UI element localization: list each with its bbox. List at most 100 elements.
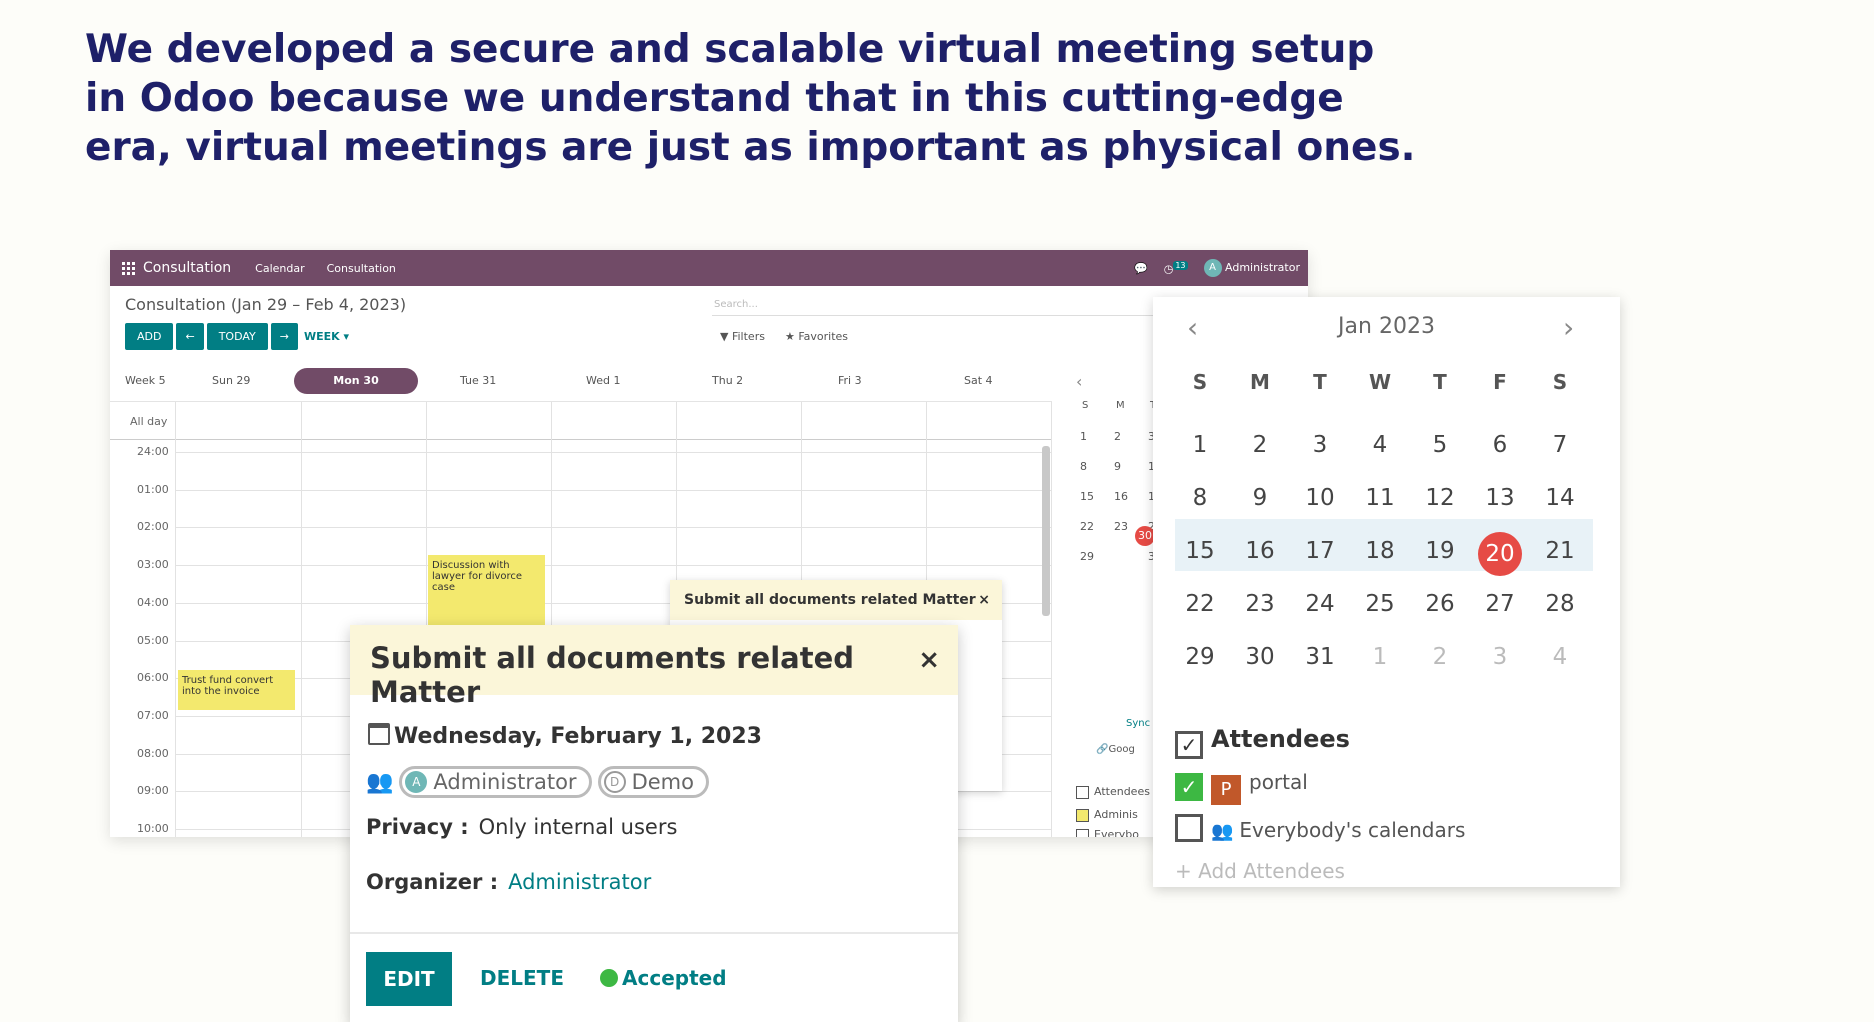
day-wed[interactable]: Wed 1 (586, 374, 620, 387)
calendar-day[interactable]: 22 (1175, 591, 1225, 617)
chat-icon[interactable]: 💬 (1134, 262, 1148, 275)
mini-day[interactable]: 30 (1135, 526, 1155, 546)
day-fri[interactable]: Fri 3 (838, 374, 862, 387)
event-discussion[interactable]: Discussion with lawyer for divorce case (428, 555, 545, 635)
mini-everybody-filter[interactable]: Everybo (1076, 828, 1139, 837)
mini-prev-icon[interactable]: ‹ (1076, 372, 1082, 391)
calendar-day[interactable]: 2 (1415, 644, 1465, 670)
all-day-row[interactable]: All day (110, 402, 1052, 440)
user-menu[interactable]: A Administrator (1203, 259, 1300, 277)
calendar-day[interactable]: 7 (1535, 432, 1585, 458)
calendar-day[interactable]: 1 (1175, 432, 1225, 458)
mini-admin-filter[interactable]: Adminis (1076, 808, 1138, 822)
calendar-day[interactable]: 3 (1295, 432, 1345, 458)
calendar-day[interactable]: 13 (1475, 485, 1525, 511)
scrollbar[interactable] (1042, 446, 1050, 616)
mini-attendees[interactable]: Attendees (1076, 785, 1150, 799)
event-trust-fund[interactable]: Trust fund convert into the invoice (178, 670, 295, 710)
calendar-day[interactable]: 16 (1235, 538, 1285, 564)
calendar-day[interactable]: 30 (1235, 644, 1285, 670)
sync-link[interactable]: Sync (1126, 718, 1150, 729)
week-dropdown[interactable]: WEEK ▾ (304, 330, 349, 343)
delete-button[interactable]: DELETE (480, 966, 564, 990)
edit-button[interactable]: EDIT (366, 952, 452, 1006)
calendar-day[interactable]: 17 (1295, 538, 1345, 564)
close-icon[interactable]: × (918, 645, 940, 675)
filters-button[interactable]: ▼ Filters (720, 330, 765, 343)
everybody-filter[interactable]: 👥 Everybody's calendars (1175, 814, 1465, 842)
mini-day[interactable]: 8 (1080, 460, 1087, 473)
calendar-day[interactable]: 28 (1535, 591, 1585, 617)
mini-day[interactable]: 16 (1114, 490, 1128, 503)
next-button[interactable]: → (270, 323, 298, 350)
calendar-day[interactable]: 27 (1475, 591, 1525, 617)
apps-grid-icon[interactable] (122, 261, 135, 275)
day-sat[interactable]: Sat 4 (964, 374, 993, 387)
calendar-day[interactable]: 10 (1295, 485, 1345, 511)
calendar-day[interactable]: 25 (1355, 591, 1405, 617)
calendar-day[interactable]: 24 (1295, 591, 1345, 617)
calendar-day[interactable]: 15 (1175, 538, 1225, 564)
today-day[interactable]: 20 (1478, 532, 1522, 576)
calendar-day[interactable]: 19 (1415, 538, 1465, 564)
portal-filter[interactable]: ✓ Pportal (1175, 770, 1308, 805)
weekday-header: T (1313, 370, 1327, 394)
calendar-day[interactable]: 29 (1175, 644, 1225, 670)
calendar-day[interactable]: 6 (1475, 432, 1525, 458)
calendar-day[interactable]: 4 (1355, 432, 1405, 458)
mini-day[interactable]: 22 (1080, 520, 1094, 533)
day-thu[interactable]: Thu 2 (712, 374, 743, 387)
mini-day[interactable]: 23 (1114, 520, 1128, 533)
menu-consultation[interactable]: Consultation (327, 262, 396, 275)
calendar-day[interactable]: 18 (1355, 538, 1405, 564)
privacy-value: Only internal users (478, 815, 678, 839)
organizer-link[interactable]: Administrator (508, 870, 651, 894)
activity-icon[interactable]: ◷ 13 (1164, 260, 1188, 275)
calendar-day[interactable]: 4 (1535, 644, 1585, 670)
calendar-day[interactable]: 12 (1415, 485, 1465, 511)
today-button[interactable]: TODAY (206, 323, 268, 350)
menu-calendar[interactable]: Calendar (255, 262, 304, 275)
mini-day[interactable]: 1 (1080, 430, 1087, 443)
calendar-day[interactable]: 31 (1295, 644, 1345, 670)
attendee-administrator[interactable]: A Administrator (399, 766, 592, 798)
close-icon[interactable]: × (978, 592, 990, 608)
add-attendees-link[interactable]: + Add Attendees (1175, 859, 1345, 883)
hour-label: 06:00 (137, 671, 169, 685)
all-day-label: All day (130, 415, 168, 428)
mini-day[interactable]: 29 (1080, 550, 1094, 563)
calendar-day[interactable]: 14 (1535, 485, 1585, 511)
date-picker: ‹ Jan 2023 › S M T W T F S 1 2 3 4 5 6 7 8 9 10 11 12 13 14 1… (1153, 297, 1620, 887)
attendee-demo[interactable]: D Demo (597, 766, 709, 798)
accepted-status[interactable]: Accepted (600, 966, 727, 990)
google-sync[interactable]: 🔗Goog (1096, 744, 1135, 755)
calendar-day[interactable]: 1 (1355, 644, 1405, 670)
prev-button[interactable]: ← (176, 323, 204, 350)
day-sun[interactable]: Sun 29 (212, 374, 250, 387)
calendar-day[interactable]: 3 (1475, 644, 1525, 670)
calendar-day[interactable]: 23 (1235, 591, 1285, 617)
app-name[interactable]: Consultation (143, 260, 231, 276)
calendar-day[interactable]: 26 (1415, 591, 1465, 617)
calendar-day[interactable]: 9 (1235, 485, 1285, 511)
calendar-day[interactable]: 2 (1235, 432, 1285, 458)
day-tue[interactable]: Tue 31 (460, 374, 496, 387)
calendar-day[interactable]: 11 (1355, 485, 1405, 511)
day-mon-selected[interactable]: Mon 30 (294, 368, 418, 394)
hour-label: 05:00 (137, 633, 169, 647)
add-button[interactable]: ADD (125, 323, 174, 350)
mini-day[interactable]: 9 (1114, 460, 1121, 473)
mini-day[interactable]: 2 (1114, 430, 1121, 443)
mini-day[interactable]: 15 (1080, 490, 1094, 503)
calendar-day[interactable]: 5 (1415, 432, 1465, 458)
privacy-label: Privacy : (366, 815, 469, 839)
status-label: Accepted (622, 966, 727, 990)
hour-label: 04:00 (137, 595, 169, 609)
favorites-button[interactable]: ★ Favorites (785, 330, 848, 343)
calendar-day[interactable]: 8 (1175, 485, 1225, 511)
hour-label: 02:00 (137, 520, 169, 534)
calendar-day[interactable]: 21 (1535, 538, 1585, 564)
attendees-filter[interactable]: ✓ Attendees (1175, 725, 1350, 759)
page-title: Consultation (Jan 29 – Feb 4, 2023) (125, 295, 407, 314)
next-month-icon[interactable]: › (1563, 311, 1574, 344)
